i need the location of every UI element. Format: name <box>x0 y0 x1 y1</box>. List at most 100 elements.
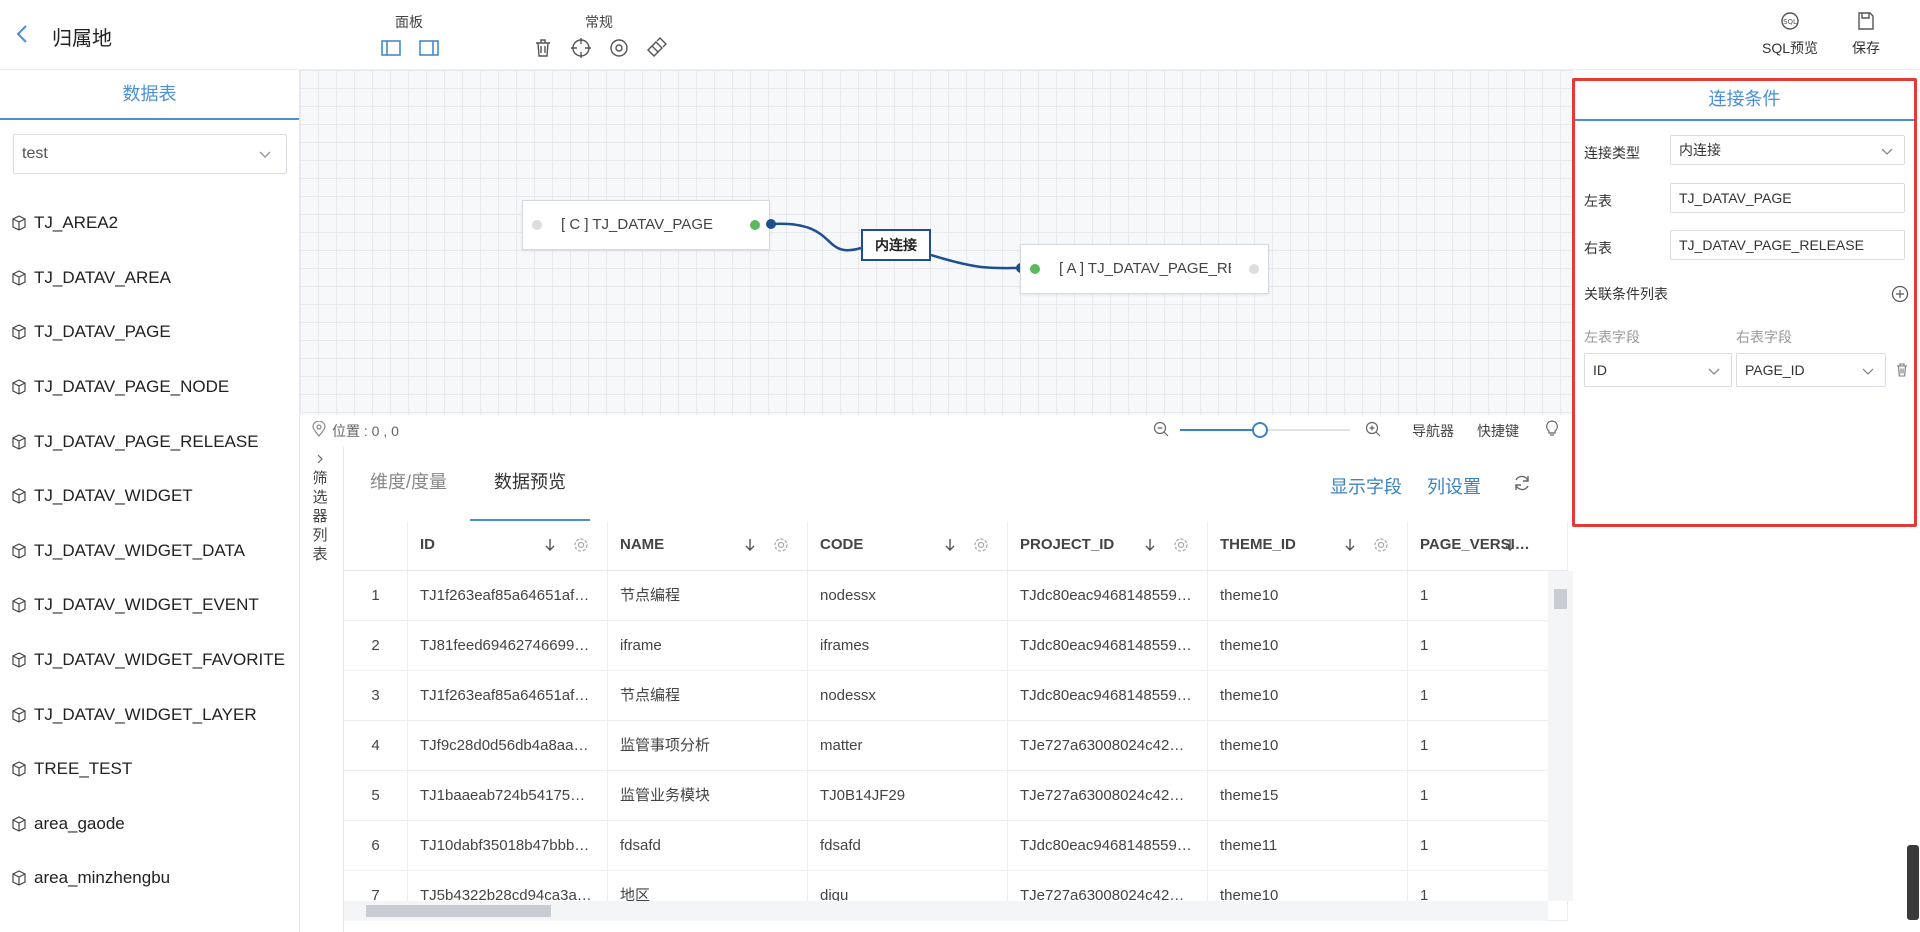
column-settings-icon[interactable] <box>1173 537 1189 553</box>
table-cell: iframes <box>808 621 1008 671</box>
table-cube-icon <box>12 816 26 832</box>
horizontal-scrollbar[interactable] <box>344 901 1548 921</box>
sort-desc-icon[interactable] <box>743 537 757 553</box>
save-button[interactable]: 保存 <box>1846 10 1886 58</box>
left-table-label: 左表 <box>1584 193 1612 209</box>
bottom-panel: 筛选器列表 维度/度量 数据预览 显示字段 列设置 ID NAME CODE PROJ… <box>300 447 1573 932</box>
sort-desc-icon[interactable] <box>1143 537 1157 553</box>
right-field-select[interactable]: PAGE_ID <box>1736 353 1886 387</box>
column-settings-icon[interactable] <box>773 537 789 553</box>
table-list-item[interactable]: area_gaode <box>0 797 300 852</box>
column-header[interactable]: NAME <box>608 521 808 571</box>
row-index: 6 <box>344 821 408 871</box>
table-list-item[interactable]: TJ_DATAV_WIDGET_DATA <box>0 524 300 579</box>
lightbulb-icon[interactable] <box>1545 420 1559 438</box>
tab-dimensions-measures[interactable]: 维度/度量 <box>370 447 447 521</box>
table-list-item[interactable]: area_minzhengbu <box>0 851 300 906</box>
vertical-scrollbar-thumb[interactable] <box>1554 589 1567 609</box>
chevron-down-icon <box>1708 368 1720 375</box>
table-cell: nodessx <box>808 571 1008 621</box>
table-list-item[interactable]: TJ_AREA2 <box>0 196 300 251</box>
column-header[interactable]: THEME_ID <box>1208 521 1408 571</box>
toggle-left-panel-icon[interactable] <box>379 36 403 60</box>
filter-list-toggle[interactable]: 筛选器列表 <box>300 447 344 932</box>
back-arrow-icon[interactable] <box>14 24 32 44</box>
table-cell: theme10 <box>1208 571 1408 621</box>
left-node-label: [ C ] TJ_DATAV_PAGE <box>561 216 713 233</box>
navigator-button[interactable]: 导航器 <box>1412 421 1454 441</box>
join-conditions-title: 连接条件 <box>1575 81 1914 121</box>
column-header-label: THEME_ID <box>1220 536 1296 553</box>
table-list-item[interactable]: TJ_DATAV_WIDGET <box>0 469 300 524</box>
show-fields-link[interactable]: 显示字段 <box>1330 473 1402 499</box>
table-cell: 1 <box>1408 621 1568 671</box>
target-icon[interactable] <box>607 36 631 60</box>
left-table-field[interactable]: TJ_DATAV_PAGE <box>1670 183 1905 213</box>
database-select[interactable]: test <box>13 134 287 174</box>
table-list-item[interactable]: TREE_TEST <box>0 742 300 797</box>
zoom-slider-thumb[interactable] <box>1251 422 1268 438</box>
column-settings-icon[interactable] <box>573 537 589 553</box>
table-list-item[interactable]: TJ_DATAV_PAGE_NODE <box>0 360 300 415</box>
horizontal-scrollbar-thumb[interactable] <box>366 905 551 917</box>
vertical-scrollbar[interactable] <box>1548 571 1573 901</box>
join-type-select[interactable]: 内连接 <box>1670 135 1905 165</box>
column-header-label: CODE <box>820 536 864 553</box>
delete-icon[interactable] <box>531 36 555 60</box>
sort-desc-icon[interactable] <box>543 537 557 553</box>
refresh-icon[interactable] <box>1512 473 1532 493</box>
table-list-item[interactable]: TJ_DATAV_WIDGET_EVENT <box>0 578 300 633</box>
join-canvas[interactable]: [ C ] TJ_DATAV_PAGE 内连接 [ A ] TJ_DATAV_P… <box>300 70 1573 415</box>
table-cube-icon <box>12 706 26 723</box>
left-field-select[interactable]: ID <box>1584 353 1732 387</box>
column-settings-icon[interactable] <box>1373 537 1389 553</box>
table-list-item[interactable]: TJ_DATAV_WIDGET_FAVORITE <box>0 633 300 688</box>
sort-desc-icon[interactable] <box>1343 537 1357 553</box>
table-list-item-label: TJ_DATAV_PAGE_NODE <box>34 377 230 397</box>
zoom-slider[interactable] <box>1180 420 1350 440</box>
shortcuts-button[interactable]: 快捷键 <box>1477 421 1519 441</box>
clear-icon[interactable] <box>644 36 668 60</box>
sql-preview-button[interactable]: SQL SQL预览 <box>1758 10 1822 58</box>
right-table-field[interactable]: TJ_DATAV_PAGE_RELEASE <box>1670 230 1905 260</box>
table-list-item[interactable]: TJ_DATAV_AREA <box>0 251 300 306</box>
node-port <box>750 220 760 230</box>
table-cell: theme10 <box>1208 721 1408 771</box>
table-list-item-label: TJ_DATAV_PAGE_RELEASE <box>34 431 259 451</box>
table-list-item[interactable]: TJ_DATAV_WIDGET_LAYER <box>0 687 300 742</box>
tab-data-preview[interactable]: 数据预览 <box>470 447 590 521</box>
table-list-item[interactable]: TJ_DATAV_PAGE_RELEASE <box>0 414 300 469</box>
toggle-right-panel-icon[interactable] <box>417 36 441 60</box>
table-list-item-label: TJ_DATAV_WIDGET_DATA <box>34 540 245 560</box>
right-table-node[interactable]: [ A ] TJ_DATAV_PAGE_RE <box>1020 244 1269 294</box>
table-list-item-label: TJ_DATAV_WIDGET_LAYER <box>34 704 257 724</box>
column-header[interactable]: CODE <box>808 521 1008 571</box>
column-settings-icon[interactable] <box>973 537 989 553</box>
table-list-item[interactable]: TJ_DATAV_PAGE <box>0 305 300 360</box>
table-cell: 监管事项分析 <box>608 721 808 771</box>
column-header[interactable]: PROJECT_ID <box>1008 521 1208 571</box>
table-cell: 1 <box>1408 571 1568 621</box>
join-type-value: 内连接 <box>1679 142 1721 158</box>
row-index: 4 <box>344 721 408 771</box>
zoom-out-icon[interactable] <box>1153 421 1169 437</box>
add-condition-icon[interactable] <box>1891 285 1909 303</box>
delete-condition-icon[interactable] <box>1894 362 1910 378</box>
table-cube-icon <box>12 652 26 668</box>
column-header[interactable]: PAGE_VERSI… <box>1408 521 1568 571</box>
column-settings-link[interactable]: 列设置 <box>1427 473 1481 499</box>
left-table-node[interactable]: [ C ] TJ_DATAV_PAGE <box>522 200 770 250</box>
table-cell: 1 <box>1408 671 1568 721</box>
column-header[interactable]: ID <box>408 521 608 571</box>
sort-desc-icon[interactable] <box>1503 537 1517 553</box>
table-cube-icon <box>12 597 26 614</box>
zoom-in-icon[interactable] <box>1365 421 1381 437</box>
join-type-label[interactable]: 内连接 <box>861 229 931 261</box>
locate-icon[interactable] <box>569 36 593 60</box>
table-cube-icon <box>12 324 26 341</box>
right-table-value: TJ_DATAV_PAGE_RELEASE <box>1679 237 1864 253</box>
general-group-label: 常规 <box>585 14 613 30</box>
table-cube-icon <box>12 870 26 887</box>
sort-desc-icon[interactable] <box>943 537 957 553</box>
data-tables-title: 数据表 <box>0 70 299 120</box>
